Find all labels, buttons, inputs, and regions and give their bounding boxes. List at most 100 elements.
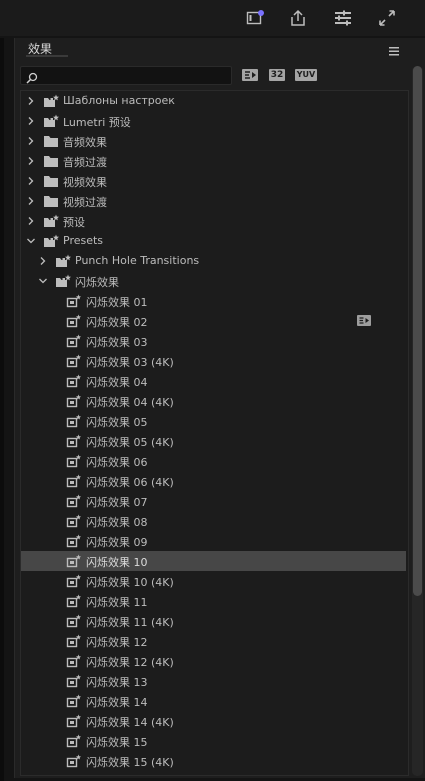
preset-icon xyxy=(66,634,82,648)
tree-item[interactable]: 闪烁效果 06 (4K) xyxy=(21,471,406,491)
chevron-down-icon[interactable] xyxy=(38,276,48,286)
tree-item-label: 闪烁效果 02 xyxy=(86,316,148,329)
tree-item-label: Шаблоны настроек xyxy=(63,94,175,107)
chevron-right-icon[interactable] xyxy=(26,196,36,206)
tree-item[interactable]: 闪烁效果 06 xyxy=(21,451,406,471)
folder-icon xyxy=(43,154,59,168)
search-icon xyxy=(26,69,40,84)
tree-item-label: 闪烁效果 11 xyxy=(86,596,148,609)
new-bin-icon[interactable] xyxy=(245,8,265,28)
preset-icon xyxy=(66,714,82,728)
preset-icon xyxy=(66,554,82,568)
tree-item-label: 闪烁效果 14 (4K) xyxy=(86,716,174,729)
tree-item[interactable]: 闪烁效果 13 xyxy=(21,671,406,691)
preset-icon xyxy=(66,434,82,448)
preset-icon xyxy=(66,454,82,468)
chevron-right-icon[interactable] xyxy=(26,96,36,106)
tree-item[interactable]: 闪烁效果 14 (4K) xyxy=(21,711,406,731)
32bit-filter-button[interactable]: 32 xyxy=(267,67,287,82)
tree-item-label: 闪烁效果 10 (4K) xyxy=(86,576,174,589)
tree-item-label: 闪烁效果 14 xyxy=(86,696,148,709)
tree-item[interactable]: 闪烁效果 05 (4K) xyxy=(21,431,406,451)
tree-item-label: 闪烁效果 10 xyxy=(86,556,148,569)
tree-folder[interactable]: 视频效果 xyxy=(21,171,406,191)
tree-item[interactable]: 闪烁效果 02 xyxy=(21,311,406,331)
tree-item[interactable]: 闪烁效果 12 (4K) xyxy=(21,651,406,671)
preset-icon xyxy=(66,614,82,628)
tree-item-label: 闪烁效果 03 xyxy=(86,336,148,349)
tree-item[interactable]: 闪烁效果 07 xyxy=(21,491,406,511)
chevron-right-icon[interactable] xyxy=(38,256,48,266)
tree-item[interactable]: 闪烁效果 08 xyxy=(21,511,406,531)
preset-icon xyxy=(66,754,82,768)
tree-item-label: 闪烁效果 12 xyxy=(86,636,148,649)
chevron-right-icon[interactable] xyxy=(26,116,36,126)
scrollbar[interactable] xyxy=(412,66,423,776)
folder-icon xyxy=(43,194,59,208)
chevron-down-icon[interactable] xyxy=(26,236,36,246)
tree-item[interactable]: 闪烁效果 15 xyxy=(21,731,406,751)
tree-item[interactable]: 闪烁效果 03 (4K) xyxy=(21,351,406,371)
preset-icon xyxy=(66,414,82,428)
preset-icon xyxy=(66,534,82,548)
tree-item-label: 闪烁效果 04 (4K) xyxy=(86,396,174,409)
tree-item[interactable]: 闪烁效果 14 xyxy=(21,691,406,711)
tree-folder[interactable]: 预设 xyxy=(21,211,406,231)
preset-icon xyxy=(66,354,82,368)
chevron-right-icon[interactable] xyxy=(26,176,36,186)
tree-folder[interactable]: Шаблоны настроек xyxy=(21,91,406,111)
fullscreen-icon[interactable] xyxy=(377,8,397,28)
tree-folder[interactable]: Punch Hole Transitions xyxy=(21,251,406,271)
tree-folder[interactable]: 音频过渡 xyxy=(21,151,406,171)
tree-item[interactable]: 闪烁效果 01 xyxy=(21,291,406,311)
tree-folder[interactable]: 闪烁效果 xyxy=(21,271,406,291)
yuv-filter-button[interactable]: YUV xyxy=(294,67,318,82)
tree-item[interactable]: 闪烁效果 09 xyxy=(21,531,406,551)
panel-menu-icon[interactable] xyxy=(389,41,403,56)
preset-folder-icon xyxy=(43,94,59,108)
tree-item[interactable]: 闪烁效果 05 xyxy=(21,411,406,431)
preset-folder-icon xyxy=(43,214,59,228)
scrollbar-thumb[interactable] xyxy=(413,66,422,596)
tree-folder[interactable]: Lumetri 预设 xyxy=(21,111,406,131)
preset-folder-icon xyxy=(55,274,71,288)
tree-folder[interactable]: 视频过渡 xyxy=(21,191,406,211)
preset-icon xyxy=(66,314,82,328)
search-input[interactable] xyxy=(41,67,221,84)
tree-item-label: 预设 xyxy=(63,216,85,229)
chevron-right-icon[interactable] xyxy=(26,156,36,166)
tree-item[interactable]: 闪烁效果 12 xyxy=(21,631,406,651)
yuv-filter-label: YUV xyxy=(294,68,318,81)
search-field[interactable] xyxy=(20,66,232,85)
tree-item-label: 闪烁效果 05 (4K) xyxy=(86,436,174,449)
tree-item[interactable]: 闪烁效果 10 (4K) xyxy=(21,571,406,591)
tree-item[interactable]: 闪烁效果 04 xyxy=(21,371,406,391)
tree-item[interactable]: 闪烁效果 15 (4K) xyxy=(21,751,406,771)
tree-item[interactable]: 闪烁效果 04 (4K) xyxy=(21,391,406,411)
preset-icon xyxy=(66,594,82,608)
tree-folder[interactable]: 音频效果 xyxy=(21,131,406,151)
tree-item-label: 闪烁效果 xyxy=(75,276,119,289)
chevron-right-icon[interactable] xyxy=(26,216,36,226)
tree-folder[interactable]: Presets xyxy=(21,231,406,251)
tree-item[interactable]: 闪烁效果 11 xyxy=(21,591,406,611)
folder-icon xyxy=(43,174,59,188)
tree-item[interactable]: 闪烁效果 11 (4K) xyxy=(21,611,406,631)
preset-icon xyxy=(66,394,82,408)
tree-item[interactable]: 闪烁效果 03 xyxy=(21,331,406,351)
tree-item-label: Presets xyxy=(63,234,104,247)
tree-item-label: 闪烁效果 12 (4K) xyxy=(86,656,174,669)
chevron-right-icon[interactable] xyxy=(26,136,36,146)
accelerated-effects-filter-icon[interactable] xyxy=(240,67,260,82)
tree-item-label: 闪烁效果 06 xyxy=(86,456,148,469)
workspace-settings-icon[interactable] xyxy=(333,8,353,28)
share-export-icon[interactable] xyxy=(288,8,308,28)
preset-icon xyxy=(66,654,82,668)
preset-icon xyxy=(66,514,82,528)
32bit-filter-label: 32 xyxy=(268,68,286,81)
tree-item[interactable]: 闪烁效果 10 xyxy=(21,551,406,571)
preset-icon xyxy=(66,574,82,588)
tree-item-label: 视频效果 xyxy=(63,176,107,189)
tree-item-label: 视频过渡 xyxy=(63,196,107,209)
panel-gutter xyxy=(0,38,4,781)
